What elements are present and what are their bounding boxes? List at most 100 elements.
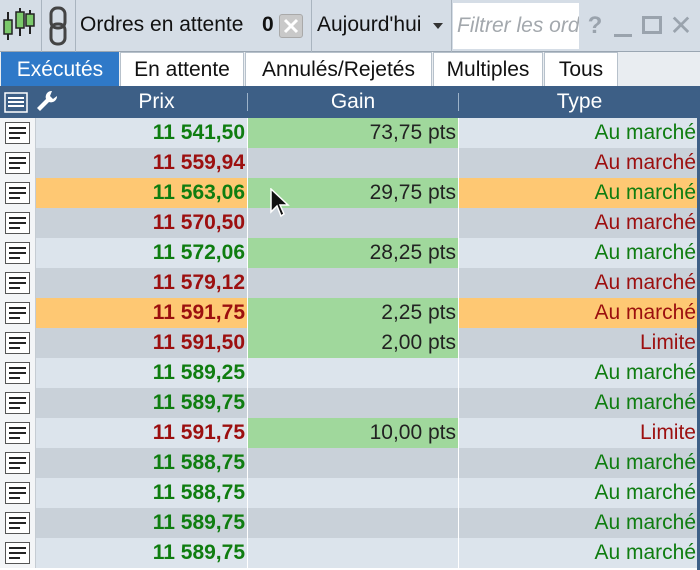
table-row[interactable]: 11 541,50 73,75 pts Au marché bbox=[0, 118, 700, 148]
order-details-icon[interactable] bbox=[0, 388, 36, 418]
tab-multiples[interactable]: Multiples bbox=[433, 52, 543, 86]
document-icon bbox=[5, 482, 30, 504]
cell-gain bbox=[248, 388, 458, 418]
column-header-gain[interactable]: Gain bbox=[248, 86, 458, 118]
cell-gain bbox=[248, 268, 458, 298]
cell-gain bbox=[248, 478, 458, 508]
table-row[interactable]: 11 589,25 Au marché bbox=[0, 358, 700, 388]
date-filter-dropdown[interactable]: Aujourd'hui bbox=[312, 0, 452, 52]
cancel-all-icon[interactable] bbox=[279, 14, 303, 38]
table-row[interactable]: 11 591,75 2,25 pts Au marché bbox=[0, 298, 700, 328]
cell-type: Limite bbox=[459, 418, 699, 448]
table-row[interactable]: 11 579,12 Au marché bbox=[0, 268, 700, 298]
cell-gain bbox=[248, 538, 458, 568]
cell-prix: 11 541,50 bbox=[36, 118, 247, 148]
order-details-icon[interactable] bbox=[0, 148, 36, 178]
document-icon bbox=[5, 242, 30, 264]
cell-gain bbox=[248, 148, 458, 178]
cell-prix: 11 589,75 bbox=[36, 538, 247, 568]
minimize-icon[interactable] bbox=[610, 10, 636, 42]
cell-type: Au marché bbox=[459, 208, 699, 238]
header-icons bbox=[0, 86, 66, 118]
cell-type: Au marché bbox=[459, 358, 699, 388]
cell-type: Au marché bbox=[459, 148, 699, 178]
table-row[interactable]: 11 589,75 Au marché bbox=[0, 538, 700, 568]
cell-type: Au marché bbox=[459, 238, 699, 268]
table-row[interactable]: 11 570,50 Au marché bbox=[0, 208, 700, 238]
cell-type: Au marché bbox=[459, 508, 699, 538]
table-row[interactable]: 11 559,94 Au marché bbox=[0, 148, 700, 178]
pending-orders-count: 0 bbox=[262, 13, 274, 36]
table-row[interactable]: 11 589,75 Au marché bbox=[0, 508, 700, 538]
column-header-type[interactable]: Type bbox=[459, 86, 700, 118]
order-details-icon[interactable] bbox=[0, 268, 36, 298]
order-details-icon[interactable] bbox=[0, 538, 36, 568]
cell-prix: 11 570,50 bbox=[36, 208, 247, 238]
order-details-icon[interactable] bbox=[0, 328, 36, 358]
cell-prix: 11 559,94 bbox=[36, 148, 247, 178]
order-details-icon[interactable] bbox=[0, 478, 36, 508]
close-icon[interactable]: ✕ bbox=[668, 10, 694, 42]
maximize-icon[interactable] bbox=[639, 10, 665, 42]
cell-type: Au marché bbox=[459, 118, 699, 148]
cell-type: Limite bbox=[459, 328, 699, 358]
columns-icon[interactable] bbox=[4, 92, 28, 113]
cell-prix: 11 588,75 bbox=[36, 448, 247, 478]
table-row[interactable]: 11 572,06 28,25 pts Au marché bbox=[0, 238, 700, 268]
cell-gain: 10,00 pts bbox=[248, 418, 458, 448]
tab-tous[interactable]: Tous bbox=[544, 52, 618, 86]
cell-gain bbox=[248, 358, 458, 388]
document-icon bbox=[5, 392, 30, 414]
cell-type: Au marché bbox=[459, 538, 699, 568]
cell-prix: 11 589,25 bbox=[36, 358, 247, 388]
order-details-icon[interactable] bbox=[0, 508, 36, 538]
chevron-down-icon bbox=[433, 23, 443, 29]
pending-orders-indicator[interactable]: Ordres en attente 0 bbox=[76, 0, 312, 52]
document-icon bbox=[5, 152, 30, 174]
order-details-icon[interactable] bbox=[0, 238, 36, 268]
document-icon bbox=[5, 422, 30, 444]
document-icon bbox=[5, 272, 30, 294]
cell-type: Au marché bbox=[459, 388, 699, 418]
cell-prix: 11 589,75 bbox=[36, 388, 247, 418]
pending-orders-label: Ordres en attente bbox=[80, 13, 244, 36]
order-details-icon[interactable] bbox=[0, 358, 36, 388]
cell-type: Au marché bbox=[459, 268, 699, 298]
table-row[interactable]: 11 563,06 29,75 pts Au marché bbox=[0, 178, 700, 208]
order-details-icon[interactable] bbox=[0, 298, 36, 328]
document-icon bbox=[5, 122, 30, 144]
link-icon[interactable] bbox=[42, 0, 76, 52]
order-details-icon[interactable] bbox=[0, 178, 36, 208]
tab-annules-rejetes[interactable]: Annulés/Rejetés bbox=[245, 52, 432, 86]
cell-prix: 11 579,12 bbox=[36, 268, 247, 298]
mouse-cursor-icon bbox=[270, 188, 290, 218]
order-tabs: Exécutés En attente Annulés/Rejetés Mult… bbox=[0, 52, 700, 86]
document-icon bbox=[5, 212, 30, 234]
cell-gain bbox=[248, 508, 458, 538]
document-icon bbox=[5, 452, 30, 474]
date-filter-value: Aujourd'hui bbox=[317, 13, 422, 36]
order-details-icon[interactable] bbox=[0, 448, 36, 478]
table-row[interactable]: 11 588,75 Au marché bbox=[0, 478, 700, 508]
order-details-icon[interactable] bbox=[0, 418, 36, 448]
cell-prix: 11 591,75 bbox=[36, 298, 247, 328]
order-details-icon[interactable] bbox=[0, 208, 36, 238]
tab-executes[interactable]: Exécutés bbox=[1, 52, 119, 86]
tab-en-attente[interactable]: En attente bbox=[120, 52, 244, 86]
toolbar: Ordres en attente 0 Aujourd'hui ? ✕ bbox=[0, 0, 700, 52]
table-row[interactable]: 11 591,50 2,00 pts Limite bbox=[0, 328, 700, 358]
table-row[interactable]: 11 591,75 10,00 pts Limite bbox=[0, 418, 700, 448]
cell-gain: 2,25 pts bbox=[248, 298, 458, 328]
cell-prix: 11 572,06 bbox=[36, 238, 247, 268]
column-header-prix[interactable]: Prix bbox=[66, 86, 247, 118]
cell-prix: 11 591,50 bbox=[36, 328, 247, 358]
chart-icon[interactable] bbox=[0, 0, 42, 52]
cell-prix: 11 589,75 bbox=[36, 508, 247, 538]
table-row[interactable]: 11 589,75 Au marché bbox=[0, 388, 700, 418]
order-details-icon[interactable] bbox=[0, 118, 36, 148]
help-icon[interactable]: ? bbox=[582, 10, 608, 42]
table-row[interactable]: 11 588,75 Au marché bbox=[0, 448, 700, 478]
cell-prix: 11 591,75 bbox=[36, 418, 247, 448]
cell-prix: 11 588,75 bbox=[36, 478, 247, 508]
filter-input[interactable] bbox=[453, 3, 579, 49]
